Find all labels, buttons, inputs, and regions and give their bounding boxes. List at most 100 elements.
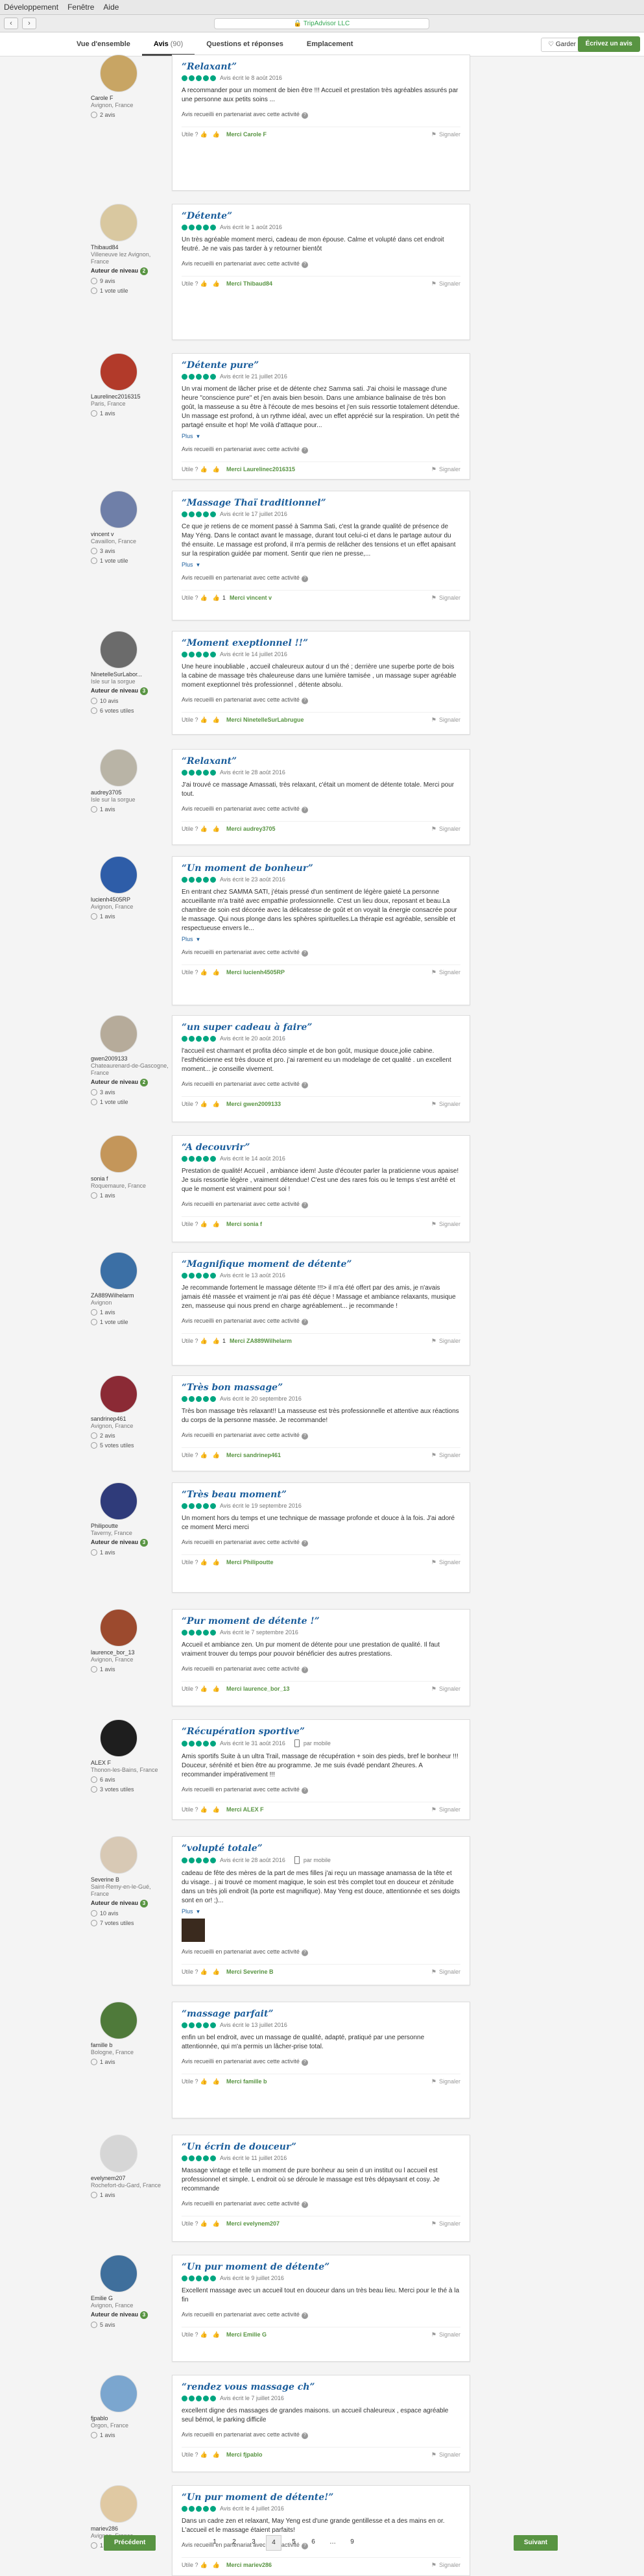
avatar[interactable] xyxy=(100,491,137,528)
report-button[interactable]: ⚑ Signaler xyxy=(431,2451,460,2459)
report-button[interactable]: ⚑ Signaler xyxy=(431,1806,460,1813)
review-title[interactable]: “volupté totale” xyxy=(182,1843,460,1854)
report-button[interactable]: ⚑ Signaler xyxy=(431,1338,460,1345)
help-icon[interactable]: ? xyxy=(301,112,308,119)
avatar[interactable] xyxy=(100,856,137,894)
report-button[interactable]: ⚑ Signaler xyxy=(431,595,460,602)
avatar[interactable] xyxy=(100,2255,137,2292)
report-button[interactable]: ⚑ Signaler xyxy=(431,1221,460,1228)
report-button[interactable]: ⚑ Signaler xyxy=(431,466,460,473)
thank-button[interactable]: 👍 1 Merci ZA889Wilhelarm xyxy=(213,1338,292,1345)
report-button[interactable]: ⚑ Signaler xyxy=(431,1452,460,1459)
review-title[interactable]: “Un écrin de douceur” xyxy=(182,2142,460,2152)
avatar[interactable] xyxy=(100,204,137,241)
menu-item-help[interactable]: Aide xyxy=(103,3,119,12)
review-title[interactable]: “Un pur moment de détente!” xyxy=(182,2492,460,2503)
reviewer-name[interactable]: NinetelleSurLabor... xyxy=(91,671,169,678)
report-button[interactable]: ⚑ Signaler xyxy=(431,826,460,833)
help-icon[interactable]: ? xyxy=(301,2202,308,2208)
help-icon[interactable]: ? xyxy=(301,447,308,454)
avatar[interactable] xyxy=(100,1836,137,1874)
review-title[interactable]: “Très beau moment” xyxy=(182,1490,460,1500)
reviewer-name[interactable]: Thibaud84 xyxy=(91,244,169,251)
reviewer-name[interactable]: Severine B xyxy=(91,1876,169,1883)
thank-button[interactable]: 👍 Merci lucienh4505RP xyxy=(213,969,285,976)
help-icon[interactable]: ? xyxy=(301,262,308,268)
report-button[interactable]: ⚑ Signaler xyxy=(431,969,460,976)
back-icon[interactable]: ‹ xyxy=(4,18,18,29)
page-number[interactable]: 6 xyxy=(306,2535,320,2549)
report-button[interactable]: ⚑ Signaler xyxy=(431,280,460,288)
avatar[interactable] xyxy=(100,631,137,669)
reviewer-name[interactable]: evelynem207 xyxy=(91,2175,169,2182)
page-number[interactable]: 4 xyxy=(266,2535,281,2551)
thank-button[interactable]: 👍 Merci Thibaud84 xyxy=(213,280,272,288)
avatar[interactable] xyxy=(100,1482,137,1520)
help-icon[interactable]: ? xyxy=(301,1319,308,1325)
next-page-button[interactable]: Suivant xyxy=(513,2535,558,2551)
avatar[interactable] xyxy=(100,2135,137,2172)
page-number[interactable]: 1 xyxy=(208,2535,222,2549)
review-title[interactable]: “Magnifique moment de détente” xyxy=(182,1259,460,1270)
thank-button[interactable]: 👍 Merci fjpablo xyxy=(213,2451,263,2459)
reviewer-name[interactable]: gwen2009133 xyxy=(91,1055,169,1062)
review-title[interactable]: “Très bon massage” xyxy=(182,1382,460,1393)
reviewer-name[interactable]: fjpablo xyxy=(91,2415,169,2422)
help-icon[interactable]: ? xyxy=(301,1787,308,1794)
report-button[interactable]: ⚑ Signaler xyxy=(431,2078,460,2085)
report-button[interactable]: ⚑ Signaler xyxy=(431,1686,460,1693)
reviewer-name[interactable]: audrey3705 xyxy=(91,789,169,796)
review-title[interactable]: “Récupération sportive” xyxy=(182,1726,460,1737)
thank-button[interactable]: 👍 Merci famille b xyxy=(213,2078,267,2085)
report-button[interactable]: ⚑ Signaler xyxy=(431,1101,460,1108)
avatar[interactable] xyxy=(100,353,137,391)
reviewer-name[interactable]: Emilie G xyxy=(91,2295,169,2302)
help-icon[interactable]: ? xyxy=(301,1082,308,1088)
help-icon[interactable]: ? xyxy=(301,2312,308,2319)
address-bar[interactable]: 🔒 TripAdvisor LLC xyxy=(214,18,429,29)
save-button[interactable]: ♡ Garder xyxy=(541,38,583,52)
page-number[interactable]: 9 xyxy=(345,2535,359,2549)
help-icon[interactable]: ? xyxy=(301,1667,308,1673)
review-title[interactable]: “Relaxant” xyxy=(182,62,460,72)
review-title[interactable]: “Un pur moment de détente” xyxy=(182,2262,460,2272)
reviewer-name[interactable]: Philipoutte xyxy=(91,1523,169,1530)
reviewer-name[interactable]: ALEX F xyxy=(91,1760,169,1767)
page-number[interactable]: 5 xyxy=(287,2535,301,2549)
review-title[interactable]: “Relaxant” xyxy=(182,756,460,767)
avatar[interactable] xyxy=(100,1719,137,1757)
help-icon[interactable]: ? xyxy=(301,1950,308,1956)
report-button[interactable]: ⚑ Signaler xyxy=(431,131,460,138)
thank-button[interactable]: 👍 Merci ALEX F xyxy=(213,1806,264,1813)
thank-button[interactable]: 👍 Merci sandrinep461 xyxy=(213,1452,281,1459)
tab-reviews[interactable]: Avis (90) xyxy=(141,32,195,56)
more-link[interactable]: Plus ▼ xyxy=(182,561,460,568)
reviewer-name[interactable]: ZA889Wilhelarm xyxy=(91,1292,169,1299)
avatar[interactable] xyxy=(100,1015,137,1053)
thank-button[interactable]: 👍 Merci gwen2009133 xyxy=(213,1101,281,1108)
review-title[interactable]: “Moment exeptionnel !!” xyxy=(182,638,460,648)
avatar[interactable] xyxy=(100,1609,137,1647)
reviewer-name[interactable]: lucienh4505RP xyxy=(91,896,169,903)
write-review-button[interactable]: Écrivez un avis xyxy=(577,36,640,52)
review-title[interactable]: “un super cadeau à faire” xyxy=(182,1022,460,1033)
prev-page-button[interactable]: Précédent xyxy=(104,2535,156,2551)
help-icon[interactable]: ? xyxy=(301,950,308,957)
tab-location[interactable]: Emplacement xyxy=(295,32,365,56)
review-title[interactable]: “Pur moment de détente !” xyxy=(182,1616,460,1626)
thank-button[interactable]: 👍 Merci Laurelinec2016315 xyxy=(213,466,295,473)
thank-button[interactable]: 👍 Merci Severine B xyxy=(213,1969,274,1976)
page-number[interactable]: 3 xyxy=(246,2535,261,2549)
review-title[interactable]: “massage parfait” xyxy=(182,2009,460,2019)
help-icon[interactable]: ? xyxy=(301,2059,308,2066)
help-icon[interactable]: ? xyxy=(301,1540,308,1547)
report-button[interactable]: ⚑ Signaler xyxy=(431,1969,460,1976)
thank-button[interactable]: 👍 Merci evelynem207 xyxy=(213,2220,280,2227)
reviewer-name[interactable]: laurence_bor_13 xyxy=(91,1649,169,1656)
reviewer-name[interactable]: Carole F xyxy=(91,95,169,102)
more-link[interactable]: Plus ▼ xyxy=(182,936,460,942)
thank-button[interactable]: 👍 Merci NinetelleSurLabrugue xyxy=(213,717,304,724)
reviewer-name[interactable]: famille b xyxy=(91,2042,169,2049)
review-title[interactable]: “Détente” xyxy=(182,211,460,221)
avatar[interactable] xyxy=(100,2375,137,2412)
